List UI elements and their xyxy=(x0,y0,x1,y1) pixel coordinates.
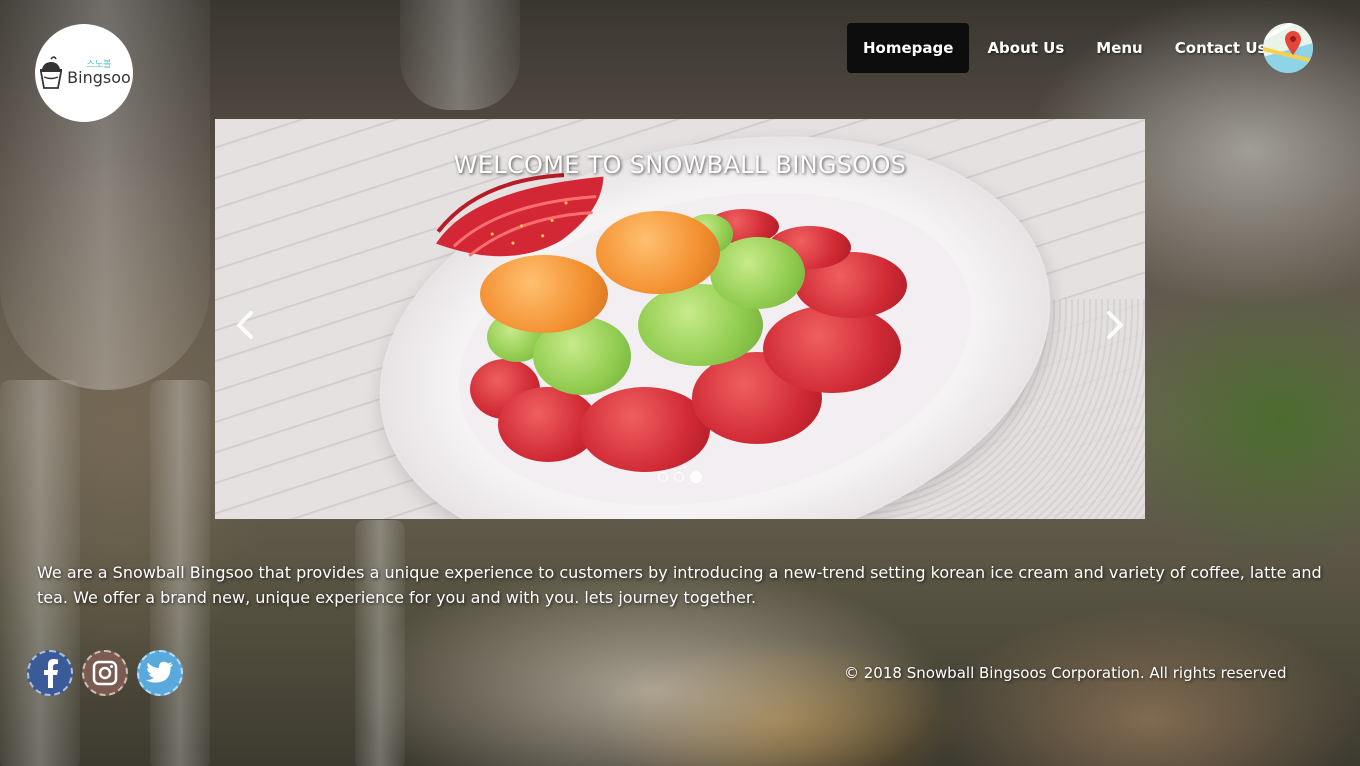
main-nav: Homepage About Us Menu Contact Us xyxy=(847,23,1282,73)
watermelon-ball xyxy=(580,387,710,472)
chevron-right-icon xyxy=(1107,311,1123,339)
carousel-indicator-2[interactable] xyxy=(674,472,684,482)
background-glass-stem xyxy=(355,520,405,766)
map-pin-icon[interactable] xyxy=(1263,23,1313,73)
hero-carousel: WELCOME TO SNOWBALL BINGSOOS xyxy=(215,119,1145,519)
twitter-icon[interactable] xyxy=(137,650,183,696)
copyright-text: © 2018 Snowball Bingsoos Corporation. Al… xyxy=(844,664,1287,682)
background-glass xyxy=(400,0,520,110)
nav-menu[interactable]: Menu xyxy=(1080,23,1158,73)
watermelon-ball xyxy=(763,305,901,393)
carousel-indicator-1[interactable] xyxy=(658,472,668,482)
carousel-next-button[interactable] xyxy=(1100,307,1130,343)
site-logo[interactable]: 스노볼 Bingsoo xyxy=(35,24,133,122)
about-text: We are a Snowball Bingsoo that provides … xyxy=(37,563,1322,607)
social-links xyxy=(27,650,183,696)
carousel-prev-button[interactable] xyxy=(230,307,260,343)
facebook-icon[interactable] xyxy=(27,650,73,696)
logo-name: Bingsoo xyxy=(67,67,131,87)
chevron-left-icon xyxy=(237,311,253,339)
carousel-title: WELCOME TO SNOWBALL BINGSOOS xyxy=(453,151,907,179)
carousel-indicator-3[interactable] xyxy=(690,471,702,483)
bingsoo-cup-icon xyxy=(37,55,65,91)
nav-homepage[interactable]: Homepage xyxy=(847,23,970,73)
instagram-icon[interactable] xyxy=(82,650,128,696)
carousel-indicators xyxy=(658,471,702,483)
nav-about-us[interactable]: About Us xyxy=(971,23,1080,73)
